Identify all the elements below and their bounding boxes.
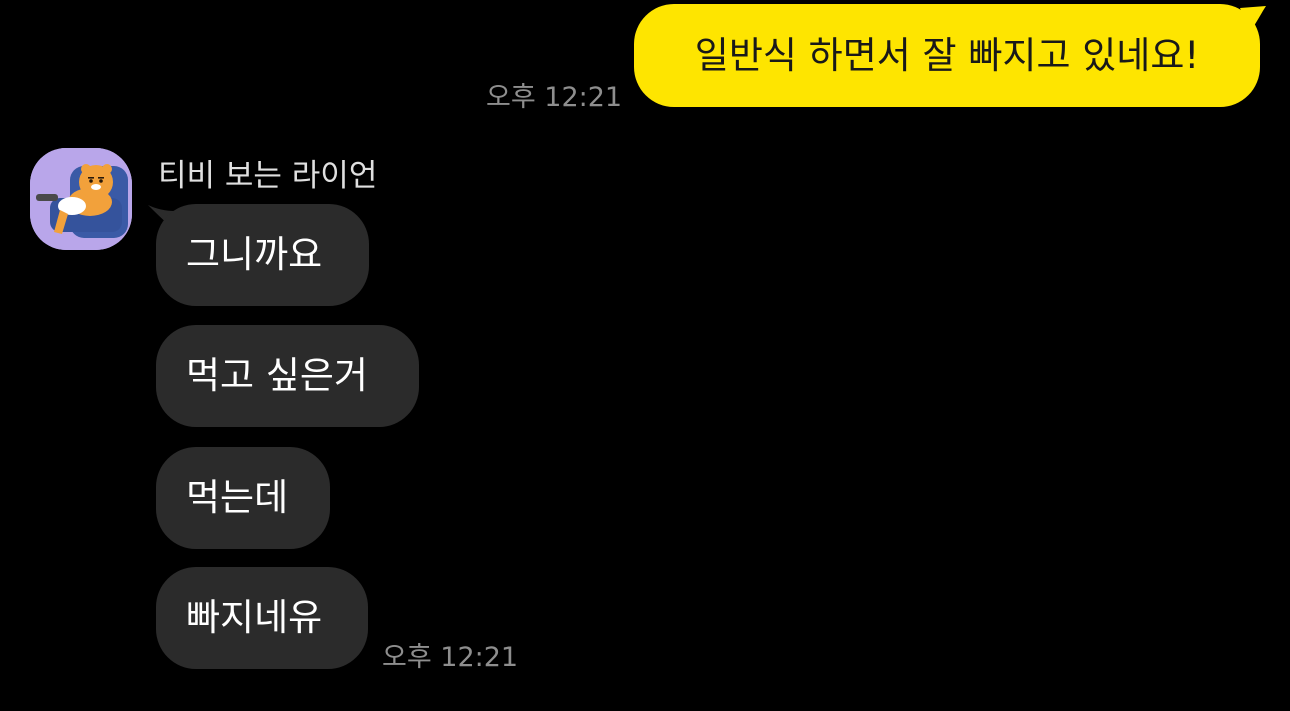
incoming-message-bubble[interactable]: 그니까요 — [156, 204, 369, 306]
incoming-message-bubble[interactable]: 먹고 싶은거 — [156, 325, 419, 427]
chat-window: 일반식 하면서 잘 빠지고 있네요! 오후 12:21 티비 보는 라이언 그니… — [0, 0, 1290, 711]
incoming-message-bubble[interactable]: 빠지네유 — [156, 567, 368, 669]
sender-name: 티비 보는 라이언 — [158, 158, 378, 194]
outgoing-message-time: 오후 12:21 — [486, 82, 623, 113]
ryan-watching-tv-avatar-icon — [30, 148, 132, 250]
sender-avatar[interactable] — [30, 148, 132, 250]
incoming-message-time: 오후 12:21 — [382, 642, 519, 673]
outgoing-message-bubble[interactable]: 일반식 하면서 잘 빠지고 있네요! — [634, 4, 1260, 107]
incoming-message-bubble[interactable]: 먹는데 — [156, 447, 330, 549]
